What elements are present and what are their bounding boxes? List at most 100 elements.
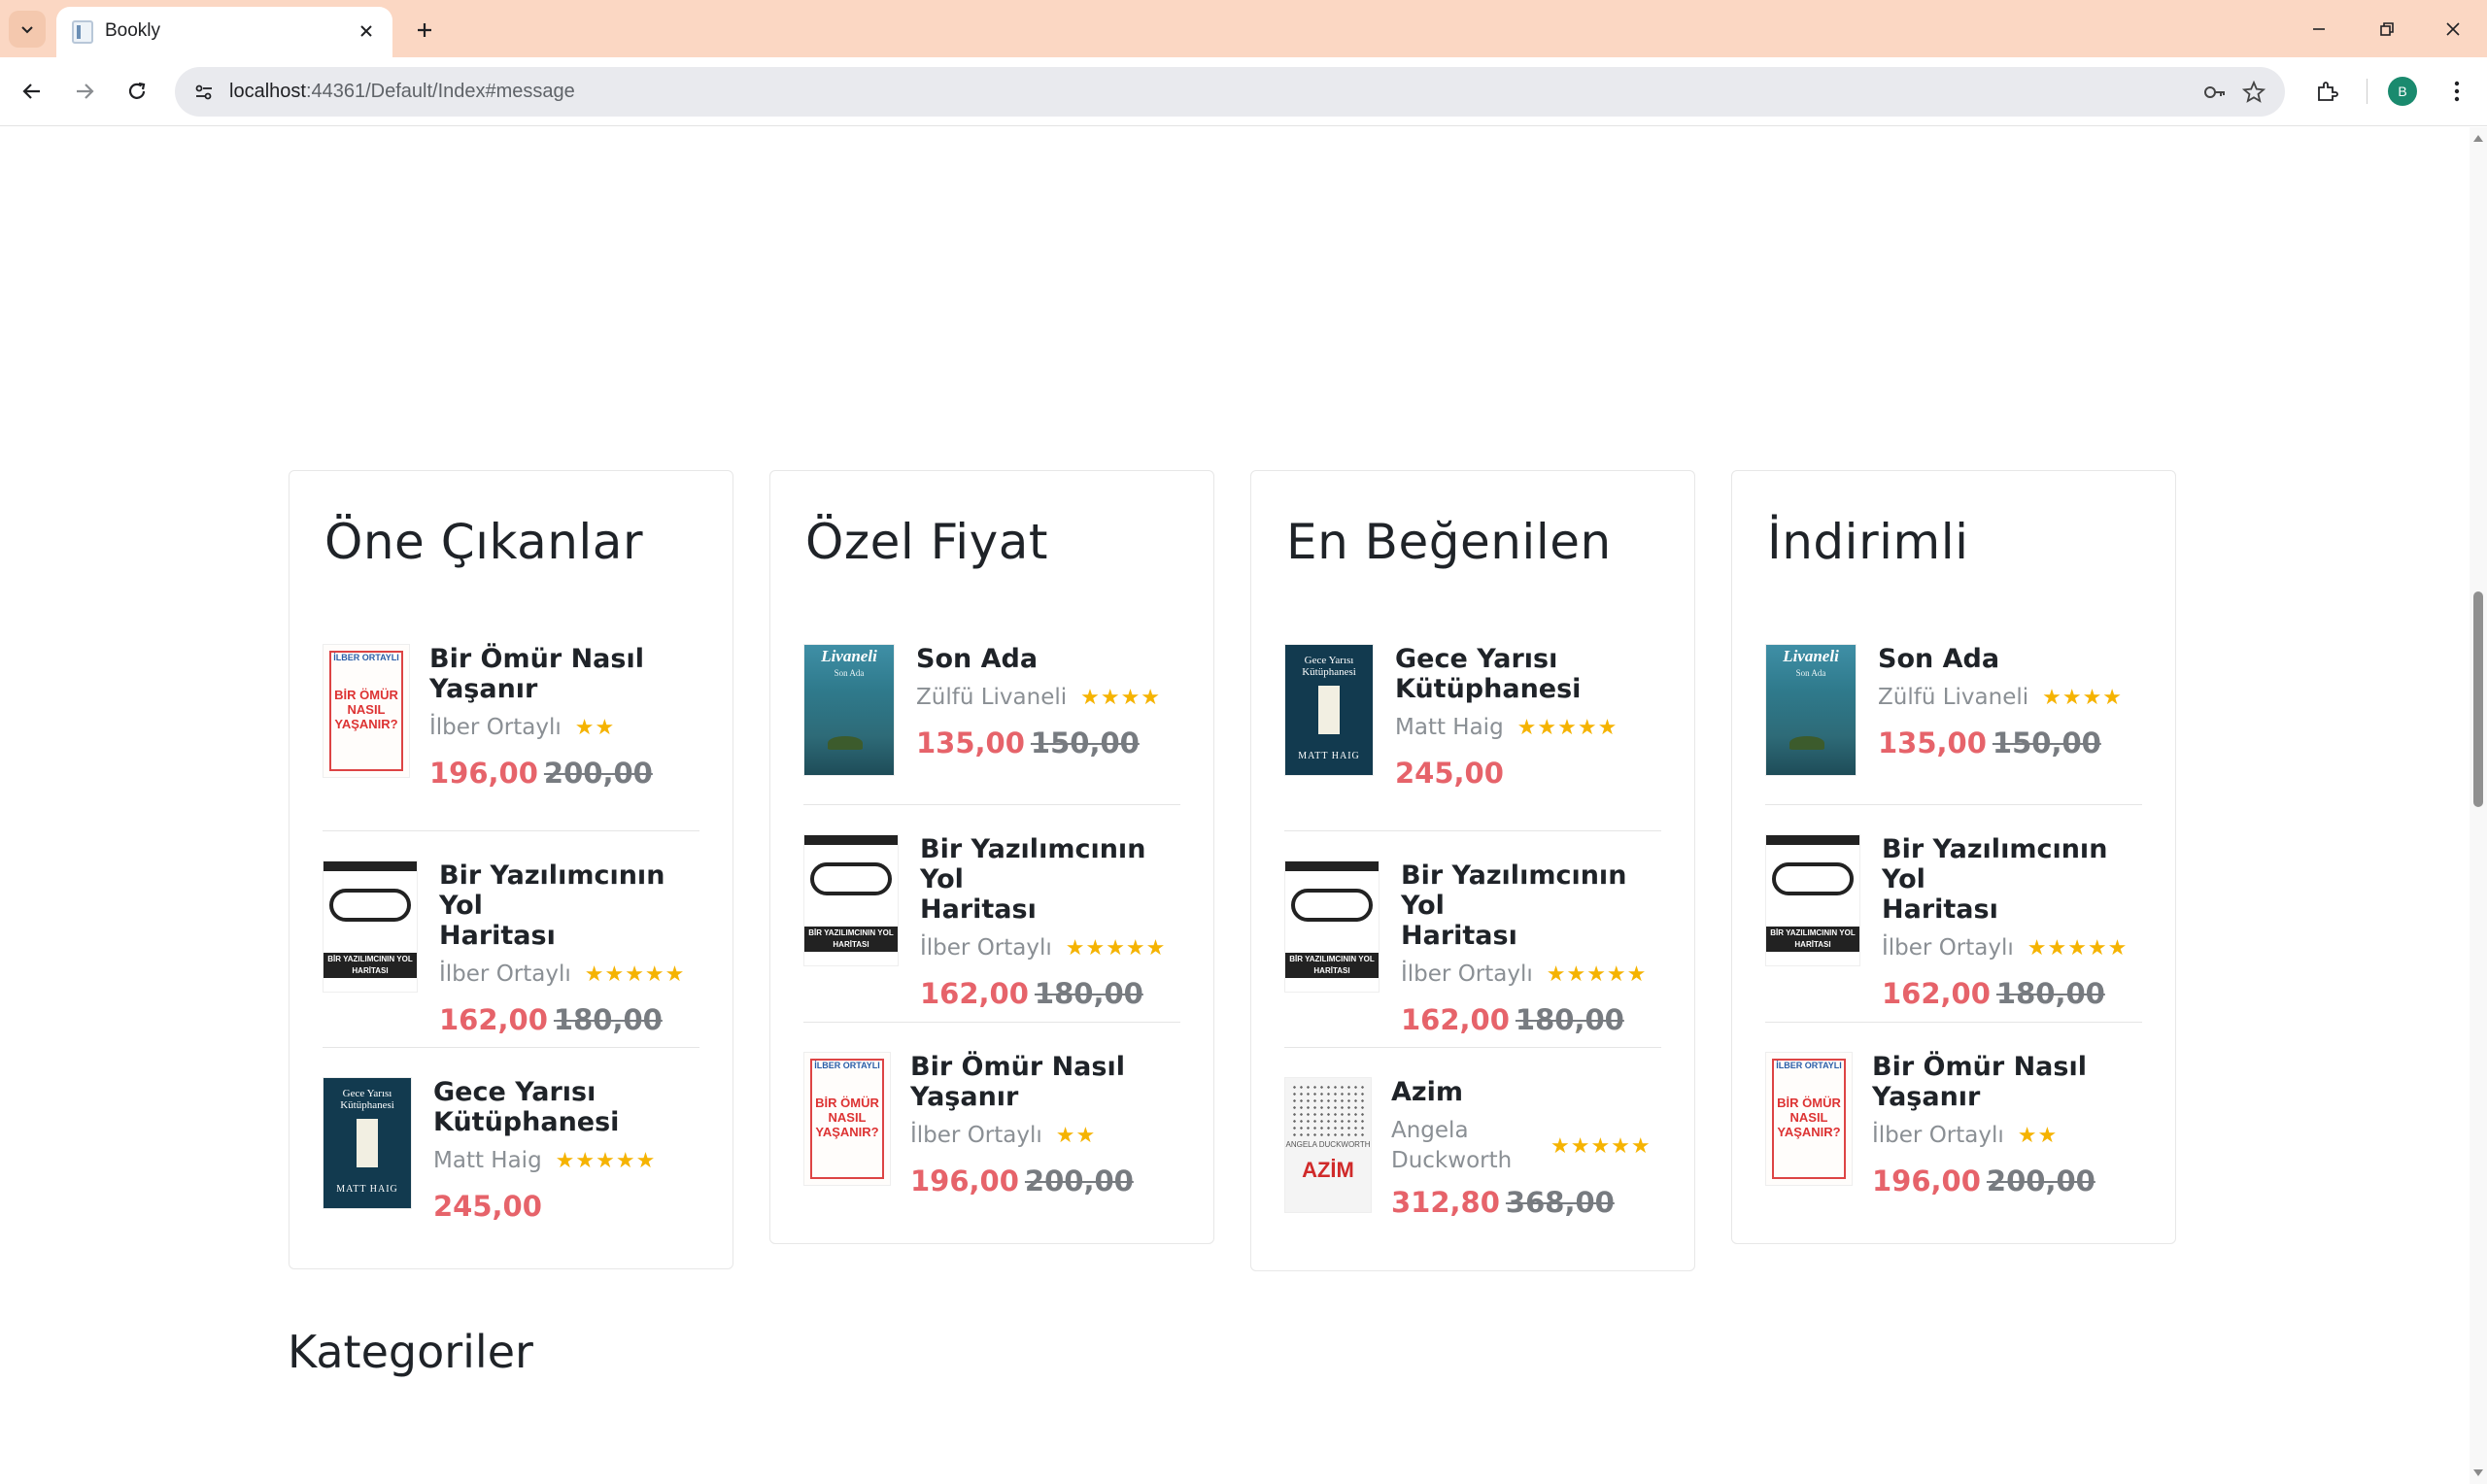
scroll-down-arrow-icon[interactable] [2473,1469,2483,1476]
star-rating-icon: ★★ [1055,1124,1097,1148]
book-price: 162,00 [1401,1003,1510,1036]
item-divider [323,830,699,831]
book-old-price: 180,00 [553,1003,663,1036]
book-old-price: 150,00 [1992,726,2101,759]
book-price: 245,00 [1395,757,1504,790]
book-title[interactable]: Azim [1391,1077,1661,1107]
plus-icon [418,23,431,37]
book-item[interactable]: Gece Yarısı Kütüphanesi MATT HAIG Gece Ya… [1284,644,1661,790]
star-rating-icon: ★★★★★ [1516,716,1618,740]
page-scrollbar[interactable] [2470,127,2487,1484]
book-item[interactable]: Livaneli Son Ada Son Ada Zülfü Livaneli ★★… [1765,644,2142,780]
book-price: 135,00 [1878,726,1987,759]
book-old-price: 200,00 [1024,1164,1134,1197]
book-item[interactable]: Livaneli Son Ada Son Ada Zülfü Livaneli ★★… [803,644,1180,780]
book-item[interactable]: BİR YAZILIMCININ YOL HARİTASI Bir Yazılı… [1765,834,2142,1010]
book-item[interactable]: ANGELA DUCKWORTH AZİM Azim Angela Duckwor… [1284,1077,1661,1219]
book-title[interactable]: Son Ada [916,644,1161,674]
book-author: İlber Ortaylı [1872,1123,2004,1148]
tab-close-button[interactable] [354,18,379,44]
star-rating-icon: ★★★★ [2042,686,2124,710]
new-tab-button[interactable] [408,14,441,47]
card-indirimli: İndirimli Livaneli Son Ada Son Ada Zülfü … [1731,470,2176,1244]
book-title[interactable]: Bir Yazılımcının Yol Haritası [920,834,1180,925]
forward-button[interactable] [66,73,103,110]
book-title[interactable]: Bir Yazılımcının Yol Haritası [1882,834,2142,925]
card-title: Özel Fiyat [805,514,1048,570]
book-title[interactable]: Bir Yazılımcının Yol Haritası [439,860,699,951]
book-title[interactable]: Gece Yarısı Kütüphanesi [1395,644,1618,704]
star-rating-icon: ★★ [2017,1124,2059,1148]
address-bar[interactable]: localhost:44361/Default/Index#message [175,67,2285,117]
book-cover-image[interactable]: Livaneli Son Ada [1765,644,1857,776]
book-old-price: 180,00 [1995,977,2105,1010]
book-title[interactable]: Bir Ömür Nasıl Yaşanır [1872,1052,2095,1112]
book-item[interactable]: İLBER ORTAYLI BİR ÖMÜR NASIL YAŞANIR? Bir… [803,1052,1180,1197]
book-cover-image[interactable]: Gece Yarısı Kütüphanesi MATT HAIG [1284,644,1374,776]
star-rating-icon: ★★★★★ [1546,962,1648,987]
site-info-icon[interactable] [188,77,220,108]
star-rating-icon: ★★★★★ [2027,936,2129,961]
browser-tab-active[interactable]: Bookly [56,7,392,57]
kebab-menu-icon[interactable] [2438,73,2475,110]
item-divider [803,1022,1180,1023]
reload-button[interactable] [119,73,155,110]
password-key-icon[interactable] [2199,77,2231,108]
book-item[interactable]: BİR YAZILIMCININ YOL HARİTASI Bir Yazılı… [1284,860,1661,1036]
book-cover-image[interactable]: İLBER ORTAYLI BİR ÖMÜR NASIL YAŞANIR? [1765,1052,1853,1186]
book-title[interactable]: Bir Yazılımcının Yol Haritası [1401,860,1661,951]
back-button[interactable] [14,73,51,110]
book-author: Zülfü Livaneli [1878,685,2029,710]
book-cover-image[interactable]: İLBER ORTAYLI BİR ÖMÜR NASIL YAŞANIR? [803,1052,891,1186]
book-author: İlber Ortaylı [439,961,571,987]
star-rating-icon: ★★★★★ [1550,1133,1652,1159]
book-item[interactable]: Gece Yarısı Kütüphanesi MATT HAIG Gece Ya… [323,1077,699,1223]
book-cover-image[interactable]: BİR YAZILIMCININ YOL HARİTASI [323,860,418,993]
star-rating-icon: ★★★★★ [584,962,686,987]
book-author: İlber Ortaylı [1882,935,2014,961]
book-item[interactable]: BİR YAZILIMCININ YOL HARİTASI Bir Yazılı… [323,860,699,1036]
restore-button[interactable] [2365,10,2409,49]
tab-title: Bookly [105,20,161,41]
book-cover-image[interactable]: BİR YAZILIMCININ YOL HARİTASI [1765,834,1860,966]
card-ozel-fiyat: Özel Fiyat Livaneli Son Ada Son Ada Zülfü… [769,470,1214,1244]
item-divider [1765,804,2142,805]
close-icon [2446,22,2460,36]
minimize-button[interactable] [2297,10,2341,49]
tab-search-button[interactable] [9,11,46,48]
book-cover-image[interactable]: İLBER ORTAYLI BİR ÖMÜR NASIL YAŞANIR? [323,644,410,778]
card-one-cikanlar: Öne Çıkanlar İLBER ORTAYLI BİR ÖMÜR NASIL… [289,470,733,1269]
book-title[interactable]: Bir Ömür Nasıl Yaşanır [429,644,653,704]
item-divider [803,804,1180,805]
book-cover-image[interactable]: Livaneli Son Ada [803,644,895,776]
book-old-price: 180,00 [1034,977,1143,1010]
book-cover-image[interactable]: BİR YAZILIMCININ YOL HARİTASI [1284,860,1380,993]
scroll-thumb[interactable] [2473,591,2483,807]
book-cover-image[interactable]: ANGELA DUCKWORTH AZİM [1284,1077,1372,1213]
close-window-button[interactable] [2431,10,2475,49]
book-old-price: 200,00 [1986,1164,2095,1197]
book-title[interactable]: Son Ada [1878,644,2123,674]
book-price: 196,00 [910,1164,1019,1197]
scroll-up-arrow-icon[interactable] [2473,135,2483,142]
book-item[interactable]: İLBER ORTAYLI BİR ÖMÜR NASIL YAŞANIR? Bir… [323,644,699,790]
book-item[interactable]: İLBER ORTAYLI BİR ÖMÜR NASIL YAŞANIR? Bir… [1765,1052,2142,1197]
chevron-down-icon [21,26,33,34]
bookmark-star-icon[interactable] [2238,77,2269,108]
book-old-price: 180,00 [1515,1003,1624,1036]
book-cover-image[interactable]: BİR YAZILIMCININ YOL HARİTASI [803,834,899,966]
star-rating-icon: ★★★★★ [1065,936,1167,961]
arrow-left-icon [22,84,40,99]
book-author: Angela Duckworth [1391,1118,1513,1173]
book-cover-image[interactable]: Gece Yarısı Kütüphanesi MATT HAIG [323,1077,412,1209]
book-author: İlber Ortaylı [920,935,1052,961]
book-title[interactable]: Bir Ömür Nasıl Yaşanır [910,1052,1134,1112]
book-title[interactable]: Gece Yarısı Kütüphanesi [433,1077,656,1137]
book-item[interactable]: BİR YAZILIMCININ YOL HARİTASI Bir Yazılı… [803,834,1180,1010]
item-divider [1284,830,1661,831]
profile-avatar[interactable]: B [2388,77,2417,106]
book-price: 135,00 [916,726,1025,759]
page-favicon-icon [72,20,93,44]
card-title: İndirimli [1767,514,1969,570]
extensions-puzzle-icon[interactable] [2308,73,2345,110]
